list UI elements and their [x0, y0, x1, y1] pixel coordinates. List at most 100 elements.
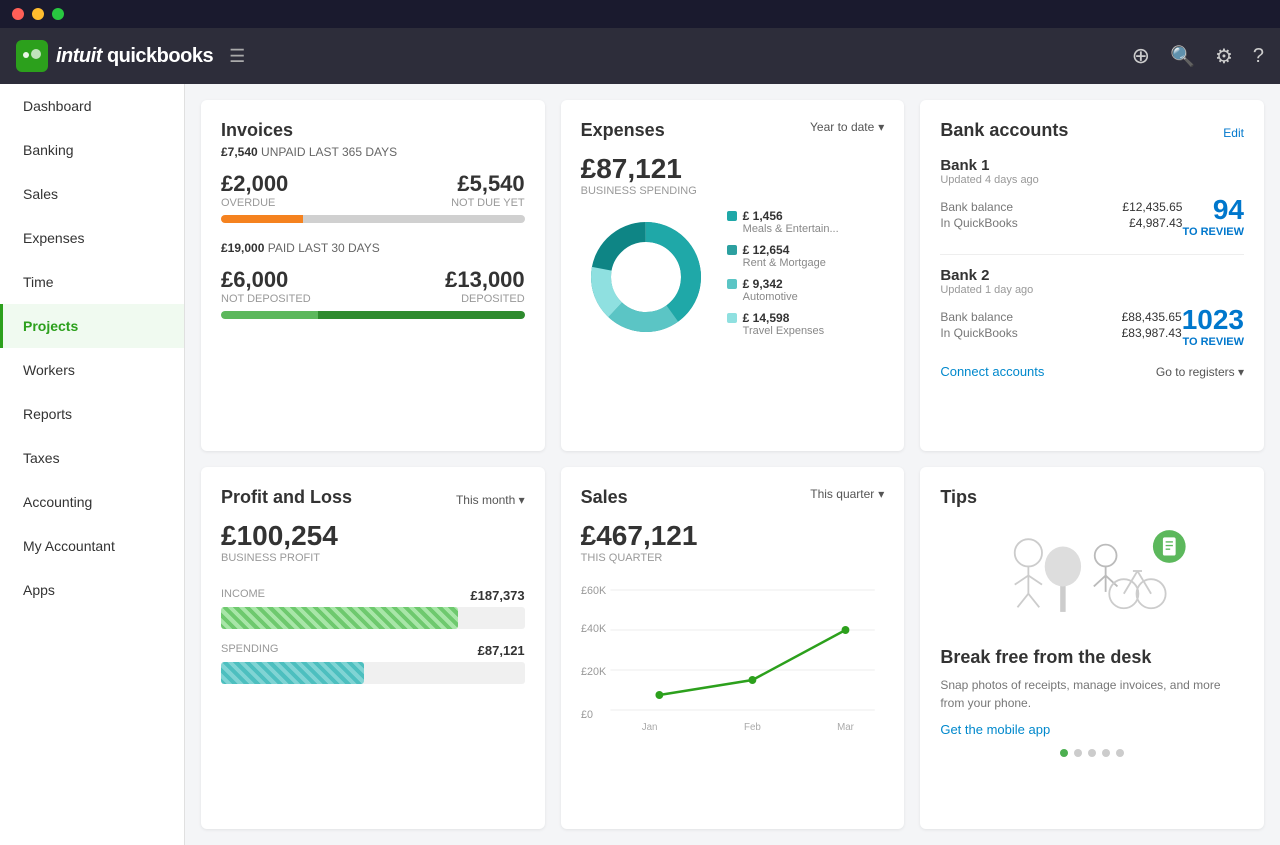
invoices-title: Invoices [221, 120, 525, 141]
bank1-row: Bank balance £12,435.65 In QuickBooks £4… [940, 194, 1244, 238]
close-dot[interactable] [12, 8, 24, 20]
svg-text:Feb: Feb [744, 722, 761, 733]
sidebar-item-reports[interactable]: Reports [0, 392, 184, 436]
invoices-paid-label: £19,000 PAID LAST 30 DAYS [221, 241, 525, 255]
help-icon[interactable]: ? [1253, 45, 1264, 68]
pnl-spending-labels: SPENDING £87,121 [221, 643, 525, 658]
bank2-item: Bank 2 Updated 1 day ago Bank balance £8… [940, 267, 1244, 348]
pnl-sub: BUSINESS PROFIT [221, 552, 525, 564]
bank-accounts-title: Bank accounts [940, 120, 1068, 141]
sidebar-item-workers[interactable]: Workers [0, 348, 184, 392]
bank2-amounts: Bank balance £88,435.65 In QuickBooks £8… [940, 310, 1181, 342]
pnl-amount: £100,254 [221, 520, 525, 552]
legend-item-2: £ 12,654 Rent & Mortgage [727, 243, 885, 269]
pnl-bars: INCOME £187,373 SPENDING £87,121 [221, 588, 525, 684]
legend-text-4: £ 14,598 Travel Expenses [743, 311, 825, 337]
sales-amount: £467,121 [581, 520, 885, 552]
pnl-spending-row: SPENDING £87,121 [221, 643, 525, 684]
invoices-overdue-row: £2,000 OVERDUE £5,540 NOT DUE YET [221, 171, 525, 209]
pnl-income-row: INCOME £187,373 [221, 588, 525, 629]
svg-text:£20K: £20K [581, 666, 607, 678]
sales-period-selector[interactable]: This quarter ▾ [810, 487, 884, 501]
sales-sub: THIS QUARTER [581, 552, 885, 564]
expenses-legend: £ 1,456 Meals & Entertain... £ 12,654 Re… [727, 209, 885, 345]
sales-chart-svg: £60K £40K £20K £0 Jan Feb [581, 580, 885, 750]
sidebar-item-expenses[interactable]: Expenses [0, 216, 184, 260]
pnl-header: Profit and Loss This month ▾ [221, 487, 525, 512]
bank1-amounts: Bank balance £12,435.65 In QuickBooks £4… [940, 200, 1182, 232]
expenses-period-selector[interactable]: Year to date ▾ [810, 120, 884, 134]
invoices-deposited-amount: £13,000 [445, 267, 525, 293]
sidebar-item-apps[interactable]: Apps [0, 568, 184, 612]
tips-dot-1[interactable] [1060, 749, 1068, 757]
expenses-donut [581, 212, 711, 342]
legend-dot-4 [727, 313, 737, 323]
expenses-title: Expenses [581, 120, 665, 141]
header-left: intuit quickbooks ☰ [16, 40, 245, 72]
pnl-title: Profit and Loss [221, 487, 352, 508]
svg-text:£0: £0 [581, 709, 593, 721]
sidebar-item-projects[interactable]: Projects [0, 304, 184, 348]
bank2-review-badge[interactable]: 1023 TO REVIEW [1182, 304, 1244, 348]
go-to-registers-link[interactable]: Go to registers ▾ [1156, 365, 1244, 379]
bank1-review-label: TO REVIEW [1182, 226, 1244, 238]
titlebar [0, 0, 1280, 28]
bank1-review-badge[interactable]: 94 TO REVIEW [1182, 194, 1244, 238]
tips-illustration [940, 516, 1244, 631]
maximize-dot[interactable] [52, 8, 64, 20]
search-icon[interactable]: 🔍 [1170, 44, 1195, 69]
tips-dot-4[interactable] [1102, 749, 1110, 757]
app-body: Dashboard Banking Sales Expenses Time Pr… [0, 84, 1280, 845]
invoices-notdue-label: NOT DUE YET [451, 197, 525, 209]
tips-dot-3[interactable] [1088, 749, 1096, 757]
legend-text-2: £ 12,654 Rent & Mortgage [743, 243, 826, 269]
sidebar-item-accounting[interactable]: Accounting [0, 480, 184, 524]
logo[interactable]: intuit quickbooks [16, 40, 213, 72]
connect-accounts-link[interactable]: Connect accounts [940, 364, 1044, 379]
tips-card: Tips [920, 467, 1264, 829]
bank-accounts-card: Bank accounts Edit Bank 1 Updated 4 days… [920, 100, 1264, 451]
header: intuit quickbooks ☰ ⊕ 🔍 ⚙ ? [0, 28, 1280, 84]
sidebar-item-taxes[interactable]: Taxes [0, 436, 184, 480]
sidebar-item-sales[interactable]: Sales [0, 172, 184, 216]
add-icon[interactable]: ⊕ [1132, 43, 1150, 69]
bank2-review-count: 1023 [1182, 304, 1244, 336]
bank-connect-row: Connect accounts Go to registers ▾ [940, 364, 1244, 379]
profit-loss-card: Profit and Loss This month ▾ £100,254 BU… [201, 467, 545, 829]
bank-edit-link[interactable]: Edit [1223, 126, 1244, 140]
svg-text:£60K: £60K [581, 585, 607, 597]
pnl-income-track [221, 607, 525, 629]
bank2-balance-line: Bank balance £88,435.65 [940, 310, 1181, 324]
sidebar-item-banking[interactable]: Banking [0, 128, 184, 172]
expenses-content: £ 1,456 Meals & Entertain... £ 12,654 Re… [581, 209, 885, 345]
sidebar-item-time[interactable]: Time [0, 260, 184, 304]
invoices-unpaid-label: £7,540 UNPAID LAST 365 DAYS [221, 145, 525, 159]
pnl-period-selector[interactable]: This month ▾ [456, 493, 525, 507]
tips-dot-2[interactable] [1074, 749, 1082, 757]
pnl-income-labels: INCOME £187,373 [221, 588, 525, 603]
bank1-updated: Updated 4 days ago [940, 174, 1244, 186]
sales-header: Sales This quarter ▾ [581, 487, 885, 512]
tips-mobile-app-link[interactable]: Get the mobile app [940, 722, 1244, 737]
bank2-name: Bank 2 [940, 267, 1244, 284]
sidebar-item-dashboard[interactable]: Dashboard [0, 84, 184, 128]
gear-icon[interactable]: ⚙ [1215, 44, 1233, 69]
pnl-income-fill [221, 607, 458, 629]
overdue-bar-fill [221, 215, 303, 223]
invoices-overdue-label: OVERDUE [221, 197, 288, 209]
legend-item-3: £ 9,342 Automotive [727, 277, 885, 303]
svg-text:Mar: Mar [837, 722, 855, 733]
bank1-item: Bank 1 Updated 4 days ago Bank balance £… [940, 157, 1244, 238]
tips-description: Snap photos of receipts, manage invoices… [940, 676, 1244, 712]
sales-card: Sales This quarter ▾ £467,121 THIS QUART… [561, 467, 905, 829]
minimize-dot[interactable] [32, 8, 44, 20]
sidebar-item-my-accountant[interactable]: My Accountant [0, 524, 184, 568]
main-content: Invoices £7,540 UNPAID LAST 365 DAYS £2,… [185, 84, 1280, 845]
expenses-card: Expenses Year to date ▾ £87,121 BUSINESS… [561, 100, 905, 451]
invoices-deposited-row: £6,000 NOT DEPOSITED £13,000 DEPOSITED [221, 267, 525, 305]
tips-dot-5[interactable] [1116, 749, 1124, 757]
legend-dot-3 [727, 279, 737, 289]
bank2-qb-line: In QuickBooks £83,987.43 [940, 326, 1181, 340]
chart-point-mar [841, 626, 849, 634]
menu-icon[interactable]: ☰ [229, 46, 245, 67]
